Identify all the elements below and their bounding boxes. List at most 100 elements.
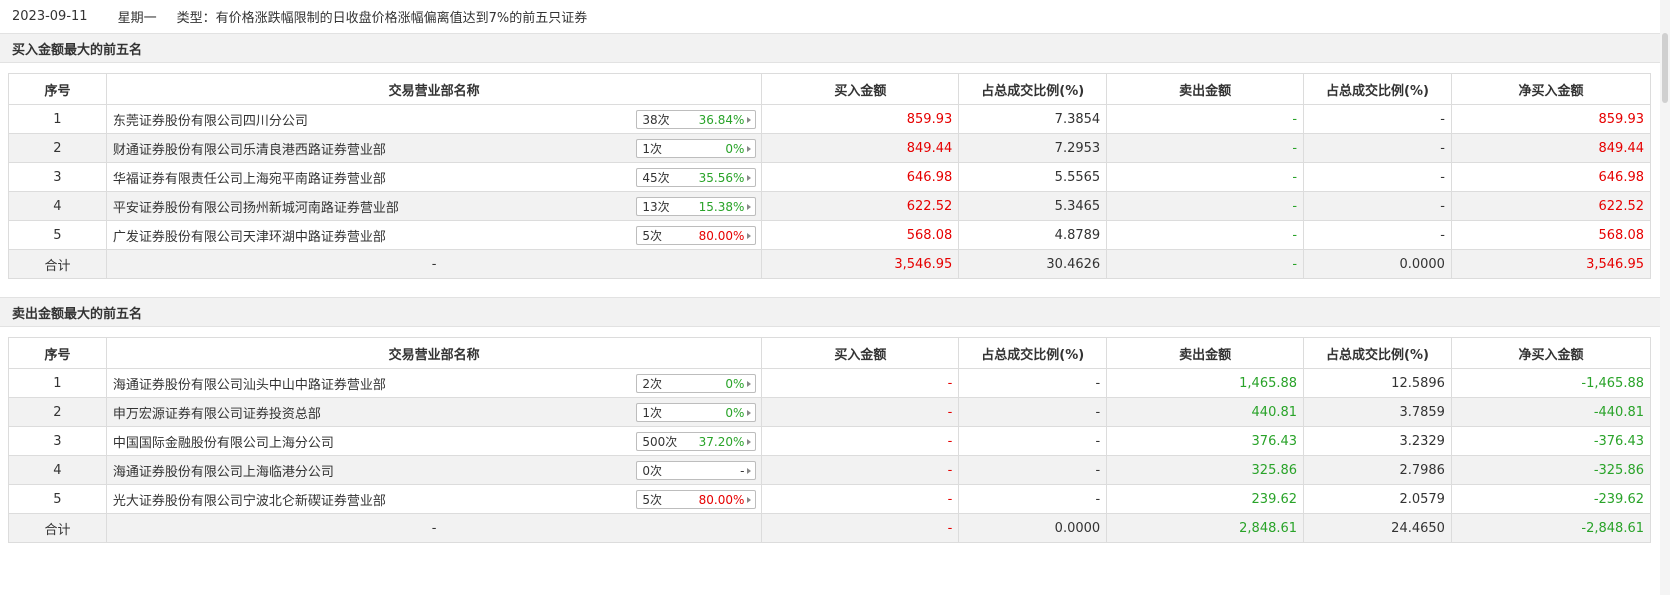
buy-amount: - bbox=[761, 368, 960, 398]
sell-ratio: 2.0579 bbox=[1303, 484, 1452, 514]
chevron-right-icon bbox=[747, 438, 752, 445]
branch-name-cell: 华福证券有限责任公司上海宛平南路证券营业部 45次 35.56% bbox=[105, 162, 763, 192]
branch-name[interactable]: 东莞证券股份有限公司四川分公司 bbox=[113, 114, 308, 129]
branch-stats-badge[interactable]: 13次 15.38% bbox=[636, 197, 757, 216]
buy-ratio: - bbox=[958, 455, 1108, 485]
success-rate: - bbox=[740, 463, 745, 478]
net-buy-amount: 568.08 bbox=[1450, 220, 1652, 250]
total-row: 合计 - -0.0000 2,848.61 24.4650 -2,848.61 bbox=[8, 513, 1652, 543]
table-row: 2 申万宏源证券有限公司证券投资总部 1次 0% - -440.81 3.7859 -440.… bbox=[8, 397, 1652, 427]
total-buy-ratio: 30.4626 bbox=[958, 249, 1108, 279]
branch-name[interactable]: 广发证券股份有限公司天津环湖中路证券营业部 bbox=[113, 230, 386, 245]
total-buy-amount: 3,546.95 bbox=[761, 249, 960, 279]
success-rate: 0% bbox=[725, 141, 745, 156]
row-index: 2 bbox=[8, 397, 107, 427]
buy-table-header-row: 序号 交易营业部名称 买入金额 占总成交比例(%) 卖出金额 占总成交比例(%)… bbox=[8, 73, 1652, 105]
buy-amount: 568.08 bbox=[761, 220, 960, 250]
row-index: 5 bbox=[8, 484, 107, 514]
branch-stats-badge[interactable]: 45次 35.56% bbox=[636, 168, 757, 187]
buy-table: 序号 交易营业部名称 买入金额 占总成交比例(%) 卖出金额 占总成交比例(%)… bbox=[8, 73, 1652, 279]
sell-ratio: - bbox=[1303, 133, 1452, 163]
branch-name[interactable]: 光大证券股份有限公司宁波北仑新碶证券营业部 bbox=[113, 494, 386, 509]
sell-ratio: - bbox=[1303, 104, 1452, 134]
branch-name[interactable]: 中国国际金融股份有限公司上海分公司 bbox=[113, 436, 334, 451]
total-label: 合计 bbox=[8, 249, 107, 279]
listing-count: 0次 bbox=[642, 464, 663, 478]
buy-amount: - bbox=[761, 484, 960, 514]
col-sell-amount: 卖出金额 bbox=[1106, 337, 1305, 369]
col-sell-ratio: 占总成交比例(%) bbox=[1303, 337, 1452, 369]
row-index: 2 bbox=[8, 133, 107, 163]
buy-section-title: 买入金额最大的前五名 bbox=[12, 42, 143, 58]
sell-ratio: - bbox=[1303, 191, 1452, 221]
buy-amount: 646.98 bbox=[761, 162, 960, 192]
total-sell-ratio: 24.4650 bbox=[1303, 513, 1452, 543]
total-branch-name: - bbox=[105, 249, 763, 279]
listing-count: 45次 bbox=[642, 171, 670, 185]
sell-amount: 440.81 bbox=[1106, 397, 1305, 427]
total-sell-amount: - bbox=[1106, 249, 1305, 279]
scrollbar-thumb[interactable] bbox=[1662, 33, 1668, 103]
net-buy-amount: -440.81 bbox=[1450, 397, 1652, 427]
sell-amount: 376.43 bbox=[1106, 426, 1305, 456]
sell-table: 序号 交易营业部名称 买入金额 占总成交比例(%) 卖出金额 占总成交比例(%)… bbox=[8, 337, 1652, 543]
total-buy-amount: - bbox=[761, 513, 960, 543]
sell-ratio: 3.7859 bbox=[1303, 397, 1452, 427]
net-buy-amount: 859.93 bbox=[1450, 104, 1652, 134]
buy-ratio: 5.3465 bbox=[958, 191, 1108, 221]
trade-date: 2023-09-11 bbox=[12, 9, 88, 24]
buy-amount: - bbox=[761, 426, 960, 456]
table-row: 1 海通证券股份有限公司汕头中山中路证券营业部 2次 0% - -1,465.88 12.5… bbox=[8, 368, 1652, 398]
branch-stats-badge[interactable]: 1次 0% bbox=[636, 139, 757, 158]
branch-stats-badge[interactable]: 5次 80.00% bbox=[636, 226, 757, 245]
total-net-buy-amount: -2,848.61 bbox=[1450, 513, 1652, 543]
branch-stats-badge[interactable]: 2次 0% bbox=[636, 374, 757, 393]
col-index: 序号 bbox=[8, 73, 107, 105]
listing-count: 1次 bbox=[642, 406, 663, 420]
branch-name[interactable]: 华福证券有限责任公司上海宛平南路证券营业部 bbox=[113, 172, 386, 187]
branch-stats-badge[interactable]: 1次 0% bbox=[636, 403, 757, 422]
listing-count: 500次 bbox=[642, 435, 678, 449]
listing-count: 5次 bbox=[642, 229, 663, 243]
branch-stats-badge[interactable]: 5次 80.00% bbox=[636, 490, 757, 509]
success-rate: 35.56% bbox=[698, 170, 745, 185]
net-buy-amount: -1,465.88 bbox=[1450, 368, 1652, 398]
branch-name[interactable]: 申万宏源证券有限公司证券投资总部 bbox=[113, 407, 321, 422]
col-branch-name: 交易营业部名称 bbox=[105, 73, 763, 105]
total-label: 合计 bbox=[8, 513, 107, 543]
col-buy-ratio: 占总成交比例(%) bbox=[958, 73, 1108, 105]
branch-name[interactable]: 财通证券股份有限公司乐清良港西路证券营业部 bbox=[113, 143, 386, 158]
chevron-right-icon bbox=[747, 409, 752, 416]
branch-name-cell: 财通证券股份有限公司乐清良港西路证券营业部 1次 0% bbox=[105, 133, 763, 163]
branch-name[interactable]: 海通证券股份有限公司上海临港分公司 bbox=[113, 465, 334, 480]
table-row: 5 光大证券股份有限公司宁波北仑新碶证券营业部 5次 80.00% - -239.62 2.… bbox=[8, 484, 1652, 514]
table-row: 1 东莞证券股份有限公司四川分公司 38次 36.84% 859.93 7.3854- -8… bbox=[8, 104, 1652, 134]
buy-ratio: 4.8789 bbox=[958, 220, 1108, 250]
page-scrollbar[interactable] bbox=[1660, 0, 1670, 595]
listing-count: 38次 bbox=[642, 113, 670, 127]
sell-amount: - bbox=[1106, 133, 1305, 163]
col-sell-amount: 卖出金额 bbox=[1106, 73, 1305, 105]
success-rate: 80.00% bbox=[698, 228, 745, 243]
listing-count: 5次 bbox=[642, 493, 663, 507]
total-branch-name: - bbox=[105, 513, 763, 543]
branch-name[interactable]: 海通证券股份有限公司汕头中山中路证券营业部 bbox=[113, 378, 386, 393]
branch-name[interactable]: 平安证券股份有限公司扬州新城河南路证券营业部 bbox=[113, 201, 399, 216]
buy-amount: - bbox=[761, 397, 960, 427]
branch-stats-badge[interactable]: 38次 36.84% bbox=[636, 110, 757, 129]
success-rate: 37.20% bbox=[698, 434, 745, 449]
row-index: 3 bbox=[8, 426, 107, 456]
branch-name-cell: 海通证券股份有限公司上海临港分公司 0次 - bbox=[105, 455, 763, 485]
col-index: 序号 bbox=[8, 337, 107, 369]
branch-name-cell: 东莞证券股份有限公司四川分公司 38次 36.84% bbox=[105, 104, 763, 134]
col-net-buy: 净买入金额 bbox=[1450, 73, 1652, 105]
info-bar: 2023-09-11 星期一 类型：有价格涨跌幅限制的日收盘价格涨幅偏离值达到7… bbox=[0, 0, 1670, 33]
sell-amount: 325.86 bbox=[1106, 455, 1305, 485]
branch-stats-badge[interactable]: 0次 - bbox=[636, 461, 757, 480]
buy-section-header: 买入金额最大的前五名 bbox=[0, 33, 1660, 63]
listing-type: 类型：有价格涨跌幅限制的日收盘价格涨幅偏离值达到7%的前五只证券 bbox=[176, 11, 588, 26]
weekday: 星期一 bbox=[117, 11, 157, 26]
buy-amount: 849.44 bbox=[761, 133, 960, 163]
table-row: 4 平安证券股份有限公司扬州新城河南路证券营业部 13次 15.38% 622.52 5.… bbox=[8, 191, 1652, 221]
branch-stats-badge[interactable]: 500次 37.20% bbox=[636, 432, 757, 451]
